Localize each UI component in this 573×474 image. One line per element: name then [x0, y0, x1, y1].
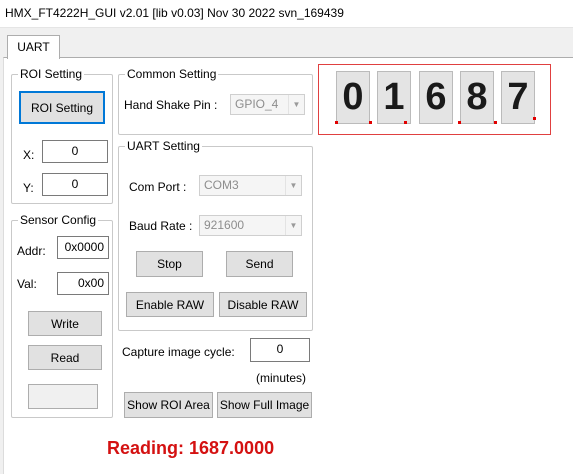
preview-digit: 6 [419, 71, 453, 124]
sensor-config-legend: Sensor Config [18, 213, 99, 227]
stop-button[interactable]: Stop [136, 251, 203, 277]
addr-label: Addr: [17, 244, 46, 258]
title-bar: HMX_FT4222H_GUI v2.01 [lib v0.03] Nov 30… [0, 0, 573, 28]
show-full-image-button[interactable]: Show Full Image [217, 392, 312, 418]
tab-strip: UART [0, 28, 573, 59]
enable-raw-button[interactable]: Enable RAW [126, 292, 214, 317]
x-input[interactable]: 0 [42, 140, 108, 163]
baud-rate-label: Baud Rate : [129, 219, 193, 233]
common-setting-legend: Common Setting [125, 67, 219, 81]
preview-digit: 0 [336, 71, 370, 124]
roi-marker [494, 121, 497, 124]
y-label: Y: [23, 181, 34, 195]
preview-digit: 8 [460, 71, 494, 124]
read-result-box [28, 384, 98, 409]
read-button[interactable]: Read [28, 345, 102, 370]
roi-marker [458, 121, 461, 124]
write-button[interactable]: Write [28, 311, 102, 336]
capture-cycle-label: Capture image cycle: [122, 345, 235, 359]
send-button[interactable]: Send [226, 251, 293, 277]
addr-input[interactable]: 0x0000 [57, 236, 109, 259]
uart-setting-legend: UART Setting [125, 139, 202, 153]
roi-marker [335, 121, 338, 124]
chevron-down-icon: ▼ [285, 216, 301, 235]
show-roi-area-button[interactable]: Show ROI Area [124, 392, 213, 418]
handshake-pin-select[interactable]: GPIO_4 ▼ [230, 94, 305, 115]
roi-marker [369, 121, 372, 124]
tab-uart[interactable]: UART [7, 35, 60, 59]
chevron-down-icon: ▼ [288, 95, 304, 114]
com-port-label: Com Port : [129, 180, 187, 194]
y-input[interactable]: 0 [42, 173, 108, 196]
window-title: HMX_FT4222H_GUI v2.01 [lib v0.03] Nov 30… [5, 6, 344, 20]
preview-digit: 1 [377, 71, 411, 124]
reading-result: Reading: 1687.0000 [107, 438, 275, 458]
baud-rate-value: 921600 [204, 218, 245, 232]
capture-cycle-unit: (minutes) [256, 371, 307, 385]
capture-cycle-input[interactable]: 0 [250, 338, 310, 362]
handshake-pin-value: GPIO_4 [235, 97, 279, 111]
x-label: X: [23, 148, 35, 162]
com-port-select[interactable]: COM3 ▼ [199, 175, 302, 196]
chevron-down-icon: ▼ [285, 176, 301, 195]
roi-preview-image: 0 1 6 8 7 [318, 64, 551, 135]
com-port-value: COM3 [204, 178, 239, 192]
roi-setting-button[interactable]: ROI Setting [19, 91, 105, 124]
preview-digit: 7 [501, 71, 535, 124]
roi-setting-legend: ROI Setting [18, 67, 85, 81]
val-label: Val: [17, 277, 37, 291]
roi-marker [404, 121, 407, 124]
handshake-pin-label: Hand Shake Pin : [124, 98, 218, 112]
baud-rate-select[interactable]: 921600 ▼ [199, 215, 302, 236]
roi-marker [533, 117, 536, 120]
disable-raw-button[interactable]: Disable RAW [219, 292, 307, 317]
val-input[interactable]: 0x00 [57, 272, 109, 295]
